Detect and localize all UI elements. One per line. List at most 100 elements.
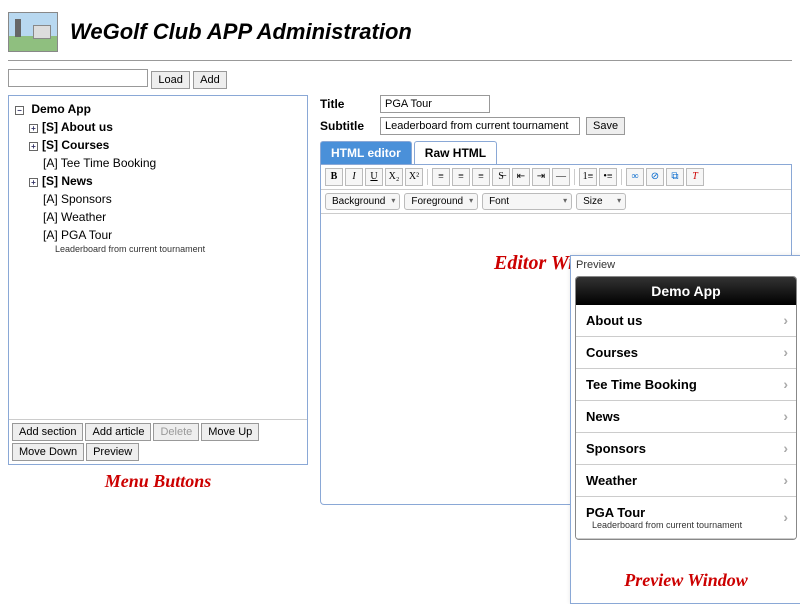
tree-item[interactable]: [A] PGA Tour <box>29 226 301 244</box>
page-title: WeGolf Club APP Administration <box>70 19 412 45</box>
align-left-icon[interactable]: ≡ <box>432 168 450 186</box>
preview-button[interactable]: Preview <box>86 443 139 461</box>
phone-item-label: PGA Tour <box>586 505 786 520</box>
expand-icon[interactable]: + <box>29 178 38 187</box>
underline-icon[interactable]: U <box>365 168 383 186</box>
font-select[interactable]: Font <box>482 193 572 210</box>
phone-list: About us›Courses›Tee Time Booking›News›S… <box>576 305 796 539</box>
align-center-icon[interactable]: ≡ <box>452 168 470 186</box>
title-label: Title <box>320 97 374 111</box>
tree-item-label: [A] PGA Tour <box>43 228 112 242</box>
subtitle-input[interactable] <box>380 117 580 135</box>
phone-list-item[interactable]: News› <box>576 401 796 433</box>
move-down-button[interactable]: Move Down <box>12 443 84 461</box>
tree-item-label: [S] News <box>42 174 93 188</box>
bold-icon[interactable]: B <box>325 168 343 186</box>
phone-item-label: Tee Time Booking <box>586 377 786 392</box>
phone-list-item[interactable]: Tee Time Booking› <box>576 369 796 401</box>
strike-icon[interactable]: S̶ <box>492 168 510 186</box>
phone-item-label: About us <box>586 313 786 328</box>
subtitle-label: Subtitle <box>320 119 374 133</box>
tree-item[interactable]: [A] Sponsors <box>29 190 301 208</box>
load-button[interactable]: Load <box>151 71 189 89</box>
phone-list-item[interactable]: About us› <box>576 305 796 337</box>
image-icon[interactable]: ⧉ <box>666 168 684 186</box>
tree-item-subtext: Leaderboard from current tournament <box>29 244 301 254</box>
tree-item-label: [A] Sponsors <box>43 192 112 206</box>
chevron-right-icon: › <box>783 509 788 525</box>
chevron-right-icon: › <box>783 440 788 456</box>
clear-format-icon[interactable]: T <box>686 168 704 186</box>
phone-list-item[interactable]: Sponsors› <box>576 433 796 465</box>
collapse-icon[interactable]: − <box>15 106 24 115</box>
add-button[interactable]: Add <box>193 71 227 89</box>
title-row: Title <box>320 95 792 113</box>
tree-item-label: [S] About us <box>42 120 113 134</box>
tree-button-bar: Add section Add article Delete Move Up M… <box>9 419 307 464</box>
title-input[interactable] <box>380 95 490 113</box>
tree-root-label: Demo App <box>31 102 91 116</box>
add-section-button[interactable]: Add section <box>12 423 83 441</box>
format-toolbar-2: Background Foreground Font Size <box>321 190 791 214</box>
tree-item[interactable]: [A] Weather <box>29 208 301 226</box>
expand-icon[interactable]: + <box>29 124 38 133</box>
menu-buttons-annotation: Menu Buttons <box>8 471 308 492</box>
tree-item-label: [A] Tee Time Booking <box>43 156 156 170</box>
app-header: WeGolf Club APP Administration <box>8 8 792 61</box>
superscript-icon[interactable]: X² <box>405 168 423 186</box>
phone-preview: Demo App About us›Courses›Tee Time Booki… <box>575 276 797 540</box>
phone-header: Demo App <box>576 277 796 305</box>
foreground-select[interactable]: Foreground <box>404 193 478 210</box>
expand-icon[interactable]: + <box>29 142 38 151</box>
delete-button[interactable]: Delete <box>153 423 199 441</box>
tree-item-label: [A] Weather <box>43 210 106 224</box>
phone-list-item[interactable]: Weather› <box>576 465 796 497</box>
move-up-button[interactable]: Move Up <box>201 423 259 441</box>
add-article-button[interactable]: Add article <box>85 423 151 441</box>
hr-icon[interactable]: — <box>552 168 570 186</box>
phone-item-label: News <box>586 409 786 424</box>
phone-item-subtext: Leaderboard from current tournament <box>586 520 786 530</box>
tree-item[interactable]: + [S] News <box>29 172 301 190</box>
link-icon[interactable]: ∞ <box>626 168 644 186</box>
search-input[interactable] <box>8 69 148 87</box>
phone-item-label: Sponsors <box>586 441 786 456</box>
tree-item[interactable]: + [S] Courses <box>29 136 301 154</box>
italic-icon[interactable]: I <box>345 168 363 186</box>
separator-icon <box>574 169 575 185</box>
subtitle-row: Subtitle Save <box>320 117 792 135</box>
chevron-right-icon: › <box>783 376 788 392</box>
preview-window-annotation: Preview Window <box>571 546 800 603</box>
outdent-icon[interactable]: ⇤ <box>512 168 530 186</box>
save-button[interactable]: Save <box>586 117 625 135</box>
tree-root[interactable]: − Demo App <box>15 100 301 118</box>
top-toolbar: Load Add <box>8 69 792 89</box>
tree-item-label: [S] Courses <box>42 138 109 152</box>
indent-icon[interactable]: ⇥ <box>532 168 550 186</box>
subscript-icon[interactable]: X₂ <box>385 168 403 186</box>
unordered-list-icon[interactable]: •≡ <box>599 168 617 186</box>
chevron-right-icon: › <box>783 472 788 488</box>
phone-list-item[interactable]: Courses› <box>576 337 796 369</box>
unlink-icon[interactable]: ⊘ <box>646 168 664 186</box>
phone-list-item[interactable]: PGA TourLeaderboard from current tournam… <box>576 497 796 539</box>
tree-item[interactable]: [A] Tee Time Booking <box>29 154 301 172</box>
editor-tabs: HTML editor Raw HTML <box>320 141 792 165</box>
chevron-right-icon: › <box>783 408 788 424</box>
phone-item-label: Courses <box>586 345 786 360</box>
size-select[interactable]: Size <box>576 193 626 210</box>
tab-raw-html[interactable]: Raw HTML <box>414 141 497 164</box>
tree-column: − Demo App + [S] About us + [S] Courses [A] … <box>8 95 308 492</box>
preview-title: Preview <box>571 256 800 274</box>
separator-icon <box>427 169 428 185</box>
align-right-icon[interactable]: ≡ <box>472 168 490 186</box>
tree-item[interactable]: + [S] About us <box>29 118 301 136</box>
tree-panel: − Demo App + [S] About us + [S] Courses [A] … <box>8 95 308 465</box>
editor-column: Title Subtitle Save HTML editor Raw HTML… <box>320 95 792 505</box>
preview-panel: Preview Demo App About us›Courses›Tee Ti… <box>570 255 800 604</box>
tab-html-editor[interactable]: HTML editor <box>320 141 412 164</box>
tree-list: + [S] About us + [S] Courses [A] Tee Time Bo… <box>15 118 301 254</box>
background-select[interactable]: Background <box>325 193 400 210</box>
ordered-list-icon[interactable]: 1≡ <box>579 168 597 186</box>
separator-icon <box>621 169 622 185</box>
